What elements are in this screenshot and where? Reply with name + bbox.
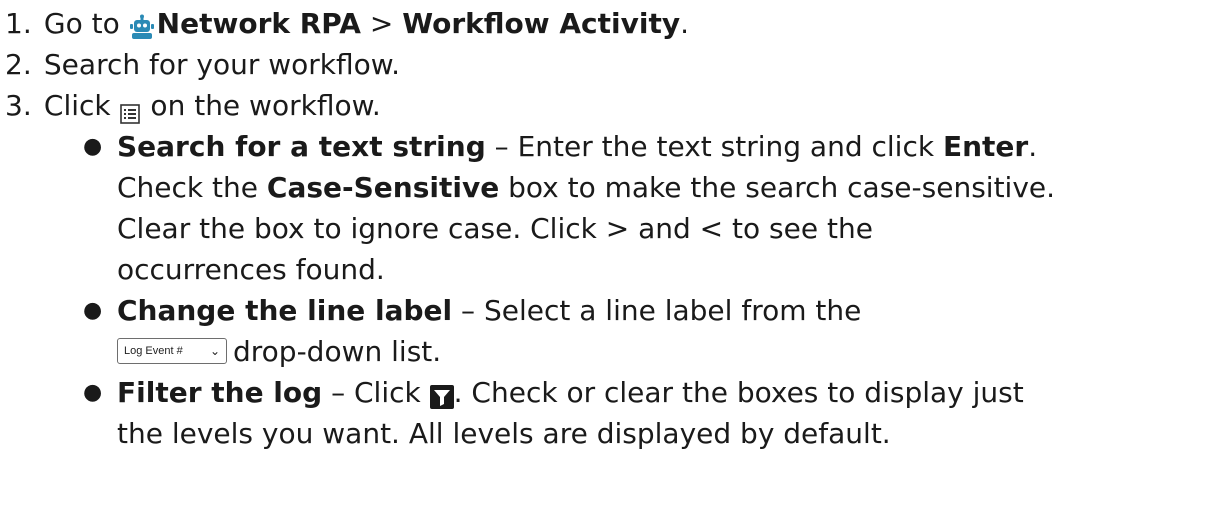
step-text-end: on the workflow. bbox=[141, 89, 381, 122]
step-end: . bbox=[680, 7, 690, 40]
bullet-text: Click bbox=[354, 376, 430, 409]
bullet-title: Change the line label bbox=[117, 294, 453, 327]
instructions: 1. Go to Network RPA > Workflow Activity… bbox=[0, 0, 1207, 454]
bullet-text: box to make the search case-sensitive. bbox=[499, 171, 1056, 204]
bullet-text: Select a line label from the bbox=[483, 294, 862, 327]
step-3: 3. Click on the workflow. bbox=[5, 85, 1207, 126]
dash: – bbox=[485, 130, 518, 163]
bullet-text: Enter the text string and click bbox=[517, 130, 943, 163]
step-number: 1. bbox=[5, 7, 32, 40]
chevron-down-icon: ⌄ bbox=[209, 344, 220, 358]
step-2: 2. Search for your workflow. bbox=[5, 44, 1207, 85]
filter-icon bbox=[429, 379, 454, 409]
dash: – bbox=[452, 294, 484, 327]
bullet-search-line-3: Clear the box to ignore case. Click > an… bbox=[117, 212, 873, 245]
step-number: 2. bbox=[5, 48, 32, 81]
dash: – bbox=[322, 376, 354, 409]
bullet-filter: ● Filter the log – Click . Check or clea… bbox=[5, 372, 1207, 413]
bullet-dot: ● bbox=[83, 380, 103, 405]
bullet-text: Check the bbox=[117, 171, 267, 204]
line-label-select[interactable]: Log Event # ⌄ bbox=[117, 338, 227, 364]
bullet-text: drop-down list. bbox=[233, 335, 442, 368]
bullet-text: . Check or clear the boxes to display ju… bbox=[453, 376, 1024, 409]
bullet-search-line-2: Check the Case-Sensitive box to make the… bbox=[5, 167, 1207, 208]
bullet-dot: ● bbox=[83, 134, 103, 159]
period: . bbox=[1028, 130, 1038, 163]
breadcrumb-separator: > bbox=[360, 7, 403, 40]
enter-key-label: Enter bbox=[942, 130, 1029, 163]
case-sensitive-label: Case-Sensitive bbox=[266, 171, 500, 204]
robot-icon bbox=[129, 10, 155, 39]
bullet-search: ● Search for a text string – Enter the t… bbox=[5, 126, 1207, 167]
step-number: 3. bbox=[5, 89, 32, 122]
bullet-title: Filter the log bbox=[117, 376, 323, 409]
menu-workflow-activity: Workflow Activity bbox=[402, 7, 681, 40]
list-icon bbox=[119, 94, 140, 124]
step-text: Go to bbox=[43, 7, 129, 40]
bullet-filter-line-2: the levels you want. All levels are disp… bbox=[117, 417, 891, 450]
bullet-search-line-4: occurrences found. bbox=[117, 253, 385, 286]
step-text: Click bbox=[43, 89, 120, 122]
bullet-dot: ● bbox=[83, 298, 103, 323]
step-text: Search for your workflow. bbox=[43, 48, 401, 81]
bullet-label: ● Change the line label – Select a line … bbox=[5, 290, 1207, 331]
bullet-title: Search for a text string bbox=[117, 130, 486, 163]
bullet-label-line-2: Log Event # ⌄ drop-down list. bbox=[5, 331, 1207, 372]
menu-network-rpa: Network RPA bbox=[156, 7, 361, 40]
step-1: 1. Go to Network RPA > Workflow Activity… bbox=[5, 3, 1207, 44]
select-value: Log Event # bbox=[124, 345, 183, 357]
